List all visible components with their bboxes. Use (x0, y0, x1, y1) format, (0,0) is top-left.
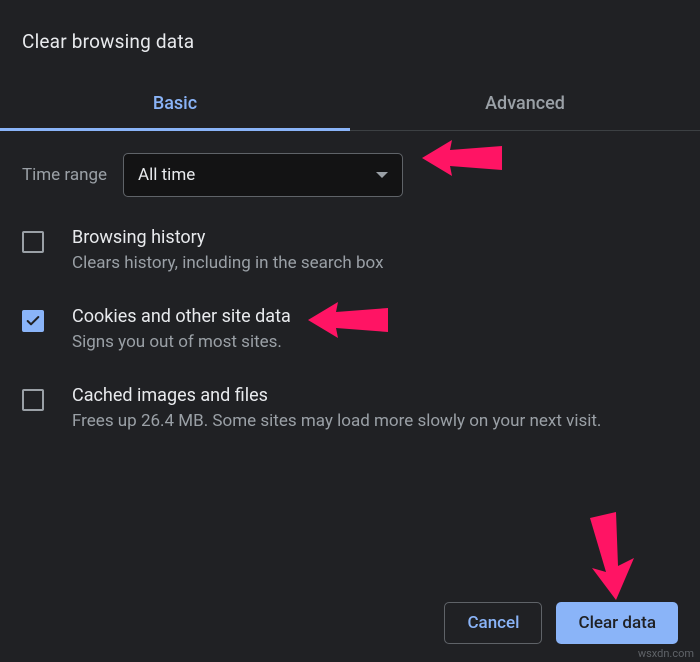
option-desc: Signs you out of most sites. (72, 331, 678, 355)
time-range-label: Time range (22, 165, 107, 185)
annotation-arrow-icon (570, 508, 660, 608)
option-text: Cached images and files Frees up 26.4 MB… (72, 385, 678, 434)
option-cached: Cached images and files Frees up 26.4 MB… (22, 385, 678, 434)
tabs: Basic Advanced (0, 79, 700, 131)
tab-basic[interactable]: Basic (0, 79, 350, 130)
option-cookies: Cookies and other site data Signs you ou… (22, 306, 678, 355)
cancel-button[interactable]: Cancel (444, 602, 542, 644)
checkbox-cached[interactable] (22, 389, 44, 411)
option-title: Browsing history (72, 227, 678, 248)
tab-advanced[interactable]: Advanced (350, 79, 700, 130)
dialog-footer: Cancel Clear data (444, 602, 678, 644)
option-browsing-history: Browsing history Clears history, includi… (22, 227, 678, 276)
option-text: Browsing history Clears history, includi… (72, 227, 678, 276)
option-title: Cookies and other site data (72, 306, 678, 327)
checkbox-browsing-history[interactable] (22, 231, 44, 253)
clear-data-button[interactable]: Clear data (556, 602, 678, 644)
option-text: Cookies and other site data Signs you ou… (72, 306, 678, 355)
checkbox-cookies[interactable] (22, 310, 44, 332)
time-range-row: Time range All time (22, 153, 678, 197)
watermark: wsxdn.com (638, 647, 694, 660)
option-desc: Clears history, including in the search … (72, 252, 678, 276)
time-range-value: All time (138, 165, 195, 185)
option-desc: Frees up 26.4 MB. Some sites may load mo… (72, 410, 678, 434)
check-icon (25, 313, 41, 329)
option-title: Cached images and files (72, 385, 678, 406)
time-range-select[interactable]: All time (123, 153, 403, 197)
dialog-body: Time range All time Browsing history Cle… (0, 131, 700, 433)
dialog-title: Clear browsing data (0, 0, 700, 53)
chevron-down-icon (376, 172, 388, 178)
